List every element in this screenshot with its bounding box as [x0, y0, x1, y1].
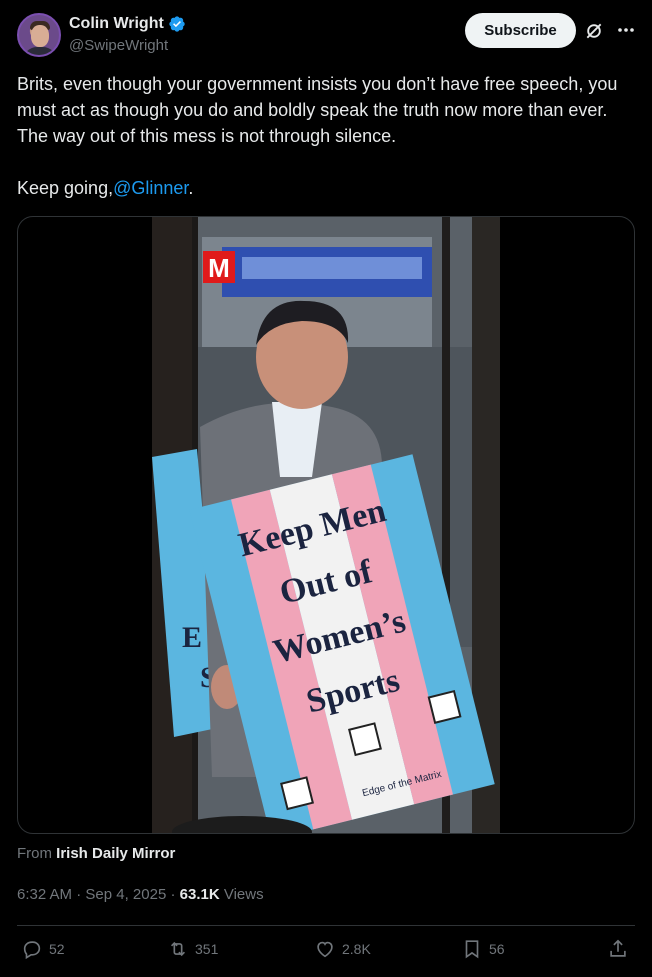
reply-button[interactable]: 52 — [21, 938, 65, 960]
views-label: Views — [223, 886, 264, 903]
media-video[interactable]: M E S Keep Men Out of Women’s Sports Edg… — [17, 216, 635, 834]
reply-icon — [23, 941, 41, 960]
source-attribution: From Irish Daily Mirror — [17, 845, 175, 862]
reply-count: 52 — [49, 941, 65, 957]
tweet-paragraph-2: Keep going,@Glinner. — [17, 175, 632, 201]
tweet-paragraph: Brits, even though your government insis… — [17, 74, 618, 146]
tweet-time[interactable]: 6:32 AM — [17, 886, 72, 903]
more-icon[interactable] — [615, 20, 637, 40]
repost-count: 351 — [195, 941, 219, 957]
qr-code-icon — [280, 776, 315, 811]
views-count: 63.1K — [179, 886, 220, 903]
mention-link[interactable]: @Glinner — [113, 178, 188, 198]
grok-icon[interactable] — [584, 21, 604, 41]
watermark-text: M — [208, 253, 230, 283]
qr-code-icon — [427, 690, 462, 724]
author-handle[interactable]: @SwipeWright — [69, 37, 168, 54]
video-scene: M E S Keep Men Out of Women’s Sports Edg… — [152, 217, 500, 833]
video-frame[interactable]: M E S Keep Men Out of Women’s Sports Edg… — [152, 217, 500, 833]
meta-separator: · — [170, 886, 176, 903]
bookmark-count: 56 — [489, 941, 505, 957]
source-name[interactable]: Irish Daily Mirror — [56, 845, 175, 862]
like-button[interactable]: 2.8K — [314, 938, 371, 960]
subscribe-button[interactable]: Subscribe — [465, 13, 576, 48]
like-count: 2.8K — [342, 941, 371, 957]
tweet-text-prefix: Keep going, — [17, 178, 114, 198]
tweet-date[interactable]: Sep 4, 2025 — [85, 886, 166, 903]
source-prefix: From — [17, 845, 52, 862]
repost-icon — [170, 941, 186, 957]
author-name-row[interactable]: Colin Wright — [69, 15, 186, 33]
heart-icon — [317, 941, 333, 958]
side-sign-letter: E — [182, 621, 202, 654]
tweet-text: Brits, even though your government insis… — [17, 71, 632, 227]
author-name[interactable]: Colin Wright — [69, 15, 164, 33]
tweet-text-suffix: . — [188, 178, 194, 198]
tweet-header: Colin Wright @SwipeWright Subscribe — [17, 13, 637, 59]
bookmark-button[interactable]: 56 — [461, 938, 505, 960]
qr-code-icon — [348, 722, 382, 757]
verified-badge-icon — [169, 16, 185, 32]
bookmark-icon — [465, 940, 479, 959]
share-icon — [610, 939, 626, 957]
tweet-meta: 6:32 AM · Sep 4, 2025 · 63.1K Views — [17, 886, 264, 903]
meta-separator: · — [76, 886, 82, 903]
share-button[interactable] — [607, 938, 629, 960]
repost-button[interactable]: 351 — [167, 938, 218, 960]
avatar[interactable] — [17, 13, 61, 57]
divider — [17, 925, 635, 926]
action-bar: 52 351 2.8K 56 — [17, 938, 635, 966]
